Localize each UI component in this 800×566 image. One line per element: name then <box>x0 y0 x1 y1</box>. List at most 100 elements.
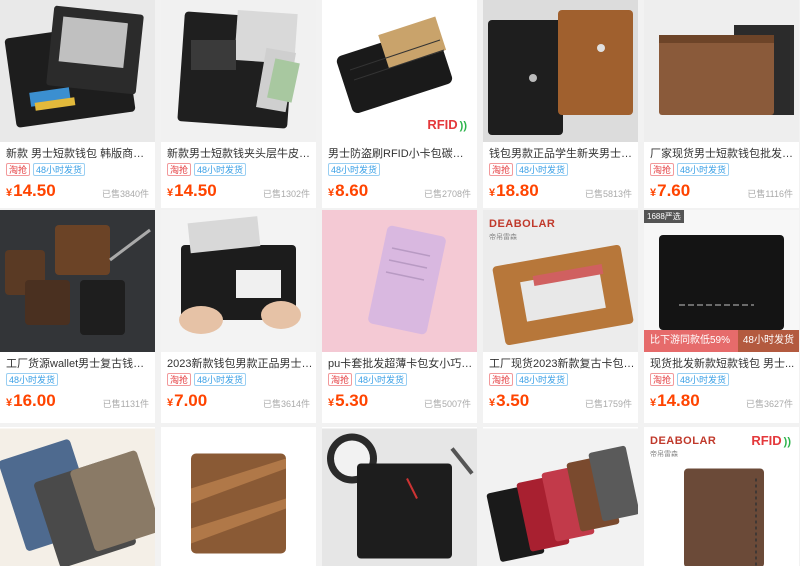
product-title[interactable]: 新款男士短款钱夹头层牛皮竖款... <box>167 147 313 161</box>
tag-flash-sale: 淘抢 <box>650 163 675 176</box>
product-price: ¥3.50 <box>489 391 530 410</box>
product-card[interactable]: DEABOLAR 帝帛雷森 工厂现货2023新款复古卡包男... 淘抢 48小时… <box>483 210 638 423</box>
product-card[interactable]: 厂家现货男士短款钱包批发时尚... 淘抢 48小时发货 ¥7.60 已售1116… <box>644 0 799 208</box>
wifi-waves-icon: )) <box>459 120 467 132</box>
tag-shipping: 48小时发货 <box>6 373 59 386</box>
product-image[interactable] <box>322 210 477 352</box>
tag-flash-sale: 淘抢 <box>167 373 192 386</box>
store-tag: 1688严选 <box>644 210 684 223</box>
product-title[interactable]: 工厂货源wallet男士复古钱包短... <box>6 357 152 371</box>
tag-shipping: 48小时发货 <box>194 373 247 386</box>
product-image[interactable]: DEABOLAR 帝帛雷森 RFID)) <box>644 427 799 566</box>
product-card[interactable]: 新款男士短款钱夹头层牛皮竖款... 淘抢 48小时发货 ¥14.50 已售130… <box>161 0 316 208</box>
product-tags: 淘抢 48小时发货 <box>489 163 569 177</box>
tag-flash-sale: 淘抢 <box>489 373 514 386</box>
wifi-waves-icon: )) <box>783 436 791 448</box>
tag-flash-sale: 淘抢 <box>328 373 353 386</box>
sold-count: 已售1302件 <box>262 189 310 199</box>
product-price: ¥18.80 <box>489 181 539 200</box>
brand-subtitle: 帝帛雷森 <box>650 451 678 458</box>
product-image[interactable] <box>0 427 155 566</box>
product-title[interactable]: 现货批发新款短款钱包 男士... <box>650 357 796 371</box>
product-price: ¥14.50 <box>167 181 217 200</box>
product-image[interactable] <box>0 210 155 352</box>
product-card[interactable] <box>0 427 155 566</box>
sold-count: 已售5813件 <box>584 189 632 199</box>
tag-shipping: 48小时发货 <box>328 163 381 176</box>
product-title[interactable]: 钱包男款正品学生新夹男士短款... <box>489 147 635 161</box>
product-image[interactable]: 1688严选 比下游同款低59% 48小时发货 <box>644 210 799 352</box>
promo-text: 比下游同款低59% <box>650 335 731 346</box>
product-price: ¥7.00 <box>167 391 208 410</box>
product-tags: 淘抢 48小时发货 <box>650 163 730 177</box>
product-price: ¥8.60 <box>328 181 369 200</box>
brand-logo: DEABOLAR <box>489 218 556 230</box>
product-card[interactable] <box>322 427 477 566</box>
product-image[interactable] <box>483 0 638 142</box>
product-image[interactable] <box>322 427 477 566</box>
sold-count: 已售1131件 <box>102 399 149 409</box>
product-image[interactable] <box>0 0 155 142</box>
rfid-badge: RFID)) <box>751 433 791 448</box>
tag-flash-sale: 淘抢 <box>6 163 31 176</box>
sold-count: 已售5007件 <box>423 399 471 409</box>
product-image[interactable] <box>483 427 638 566</box>
product-card[interactable]: 2023新款钱包男款正品男士短款... 淘抢 48小时发货 ¥7.00 已售36… <box>161 210 316 423</box>
product-image[interactable] <box>161 427 316 566</box>
product-card[interactable]: RFID)) 男士防盗刷RFID小卡包碳纤维... 48小时发货 ¥8.60 已… <box>322 0 477 208</box>
product-price: ¥14.80 <box>650 391 700 410</box>
promo-shipping: 48小时发货 <box>737 330 799 352</box>
sold-count: 已售1759件 <box>584 399 632 409</box>
product-tags: 淘抢 48小时发货 <box>6 163 86 177</box>
product-image[interactable] <box>161 210 316 352</box>
sold-count: 已售3614件 <box>262 399 310 409</box>
brand-logo: DEABOLAR <box>650 435 717 447</box>
product-card[interactable]: pu卡套批发超薄卡包女小巧精致... 淘抢 48小时发货 ¥5.30 已售500… <box>322 210 477 423</box>
product-grid: 新款 男士短款钱包 韩版商务多... 淘抢 48小时发货 ¥14.50 已售38… <box>0 0 800 566</box>
product-card[interactable]: DEABOLAR 帝帛雷森 RFID)) <box>644 427 799 566</box>
product-card[interactable]: 工厂货源wallet男士复古钱包短... 48小时发货 ¥16.00 已售113… <box>0 210 155 423</box>
tag-flash-sale: 淘抢 <box>167 163 192 176</box>
tag-shipping: 48小时发货 <box>516 163 569 176</box>
tag-flash-sale: 淘抢 <box>489 163 514 176</box>
product-tags: 48小时发货 <box>328 163 381 177</box>
product-price: ¥16.00 <box>6 391 56 410</box>
tag-shipping: 48小时发货 <box>677 163 730 176</box>
product-tags: 48小时发货 <box>6 373 59 387</box>
rfid-badge: RFID)) <box>427 117 467 132</box>
promo-banner: 比下游同款低59% 48小时发货 <box>644 330 799 352</box>
sold-count: 已售2708件 <box>423 189 471 199</box>
product-tags: 淘抢 48小时发货 <box>328 373 408 387</box>
product-tags: 淘抢 48小时发货 <box>167 373 247 387</box>
brand-subtitle: 帝帛雷森 <box>489 234 517 241</box>
product-price: ¥7.60 <box>650 181 691 200</box>
product-title[interactable]: 厂家现货男士短款钱包批发时尚... <box>650 147 796 161</box>
tag-shipping: 48小时发货 <box>194 163 247 176</box>
product-title[interactable]: 2023新款钱包男款正品男士短款... <box>167 357 313 371</box>
product-image[interactable] <box>644 0 799 142</box>
sold-count: 已售3627件 <box>745 399 793 409</box>
product-card[interactable]: 1688严选 比下游同款低59% 48小时发货 现货批发新款短款钱包 男士...… <box>644 210 799 423</box>
product-price: ¥5.30 <box>328 391 369 410</box>
product-image[interactable] <box>161 0 316 142</box>
product-title[interactable]: pu卡套批发超薄卡包女小巧精致... <box>328 357 474 371</box>
tag-flash-sale: 淘抢 <box>650 373 675 386</box>
product-card[interactable]: 新款 男士短款钱包 韩版商务多... 淘抢 48小时发货 ¥14.50 已售38… <box>0 0 155 208</box>
product-price: ¥14.50 <box>6 181 56 200</box>
product-image[interactable]: RFID)) <box>322 0 477 142</box>
tag-shipping: 48小时发货 <box>677 373 730 386</box>
product-image[interactable]: DEABOLAR 帝帛雷森 <box>483 210 638 352</box>
product-card[interactable] <box>161 427 316 566</box>
product-tags: 淘抢 48小时发货 <box>489 373 569 387</box>
product-tags: 淘抢 48小时发货 <box>650 373 730 387</box>
product-card[interactable] <box>483 427 638 566</box>
product-title[interactable]: 男士防盗刷RFID小卡包碳纤维... <box>328 147 474 161</box>
product-tags: 淘抢 48小时发货 <box>167 163 247 177</box>
product-card[interactable]: 钱包男款正品学生新夹男士短款... 淘抢 48小时发货 ¥18.80 已售581… <box>483 0 638 208</box>
sold-count: 已售3840件 <box>101 189 149 199</box>
tag-shipping: 48小时发货 <box>33 163 86 176</box>
product-title[interactable]: 工厂现货2023新款复古卡包男... <box>489 357 635 371</box>
product-title[interactable]: 新款 男士短款钱包 韩版商务多... <box>6 147 152 161</box>
tag-shipping: 48小时发货 <box>516 373 569 386</box>
tag-shipping: 48小时发货 <box>355 373 408 386</box>
